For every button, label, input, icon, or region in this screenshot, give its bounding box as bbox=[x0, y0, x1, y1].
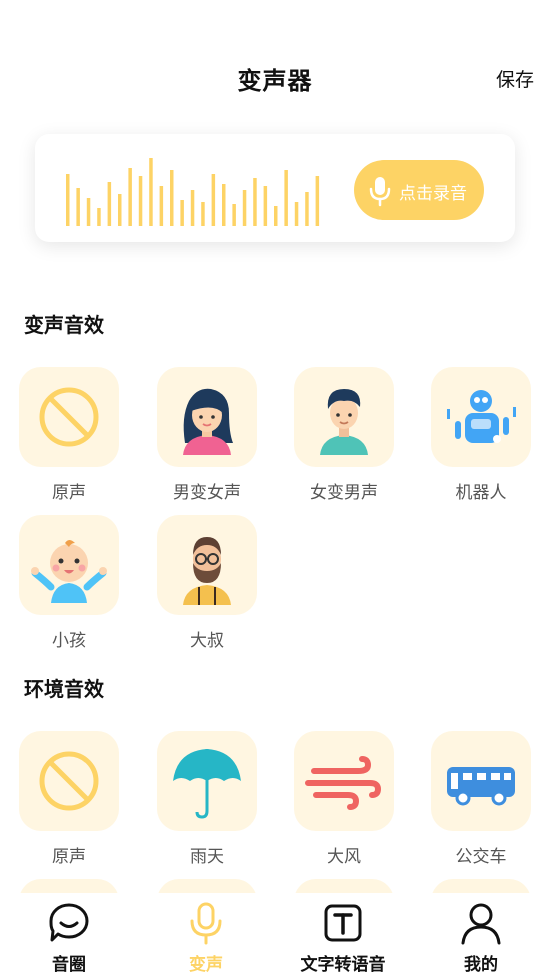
effect-tile-male-to-female[interactable] bbox=[157, 367, 257, 467]
tab-text-to-speech[interactable]: 文字转语音 bbox=[274, 893, 412, 979]
waveform-bar bbox=[170, 170, 174, 226]
waveform-bar bbox=[284, 170, 288, 226]
waveform-bar bbox=[201, 202, 205, 226]
umbrella-icon bbox=[173, 749, 241, 819]
waveform-bar bbox=[211, 174, 216, 226]
waveform-bar bbox=[253, 178, 257, 226]
tab-label: 我的 bbox=[464, 955, 498, 975]
ambient-tile-rain[interactable] bbox=[157, 731, 257, 831]
waveform-bar bbox=[128, 168, 132, 226]
bottom-tab-bar: 音圈 变声 文字转语音 我的 bbox=[0, 893, 550, 979]
bus-icon bbox=[447, 767, 515, 806]
waveform-bar bbox=[107, 182, 112, 226]
waveform-bar bbox=[305, 192, 309, 226]
no-effect-icon bbox=[39, 387, 99, 447]
section-title-ambient-effects: 环境音效 bbox=[24, 677, 104, 701]
wind-icon bbox=[305, 756, 382, 810]
tab-label: 变声 bbox=[189, 955, 223, 975]
ambient-tile-wind[interactable] bbox=[294, 731, 394, 831]
tab-voice-changer[interactable]: 变声 bbox=[137, 893, 275, 979]
effect-label: 大叔 bbox=[190, 631, 224, 651]
effect-label: 公交车 bbox=[455, 847, 507, 867]
effect-label: 雨天 bbox=[190, 847, 224, 867]
ambient-tile-bus[interactable] bbox=[431, 731, 531, 831]
user-icon bbox=[461, 903, 501, 945]
waveform-bar bbox=[86, 198, 91, 226]
recorder-card: 点击录音 bbox=[35, 134, 515, 242]
effect-tile-robot[interactable] bbox=[431, 367, 531, 467]
effect-label: 女变男声 bbox=[310, 483, 378, 503]
text-icon bbox=[324, 904, 362, 942]
chat-bubble-icon bbox=[49, 903, 89, 942]
waveform-bar bbox=[232, 204, 236, 226]
waveform-bar bbox=[149, 158, 153, 226]
waveform-bar bbox=[76, 188, 80, 226]
waveform-bar bbox=[180, 200, 184, 226]
waveform-bar bbox=[222, 184, 226, 226]
effect-tile-uncle[interactable] bbox=[157, 515, 257, 615]
effect-label: 大风 bbox=[327, 847, 361, 867]
waveform bbox=[66, 158, 320, 226]
baby-icon bbox=[31, 540, 107, 603]
save-button[interactable]: 保存 bbox=[496, 65, 534, 92]
waveform-bar bbox=[97, 208, 101, 226]
waveform-bar bbox=[159, 186, 164, 226]
waveform-bar bbox=[242, 190, 247, 226]
waveform-bar bbox=[274, 206, 278, 226]
waveform-bar bbox=[66, 174, 70, 226]
waveform-bar bbox=[138, 176, 143, 226]
waveform-bar bbox=[263, 186, 268, 226]
microphone-icon bbox=[190, 902, 222, 945]
tab-circle[interactable]: 音圈 bbox=[0, 893, 138, 979]
uncle-icon bbox=[183, 537, 231, 605]
effect-label: 原声 bbox=[52, 847, 86, 867]
effect-tile-original[interactable] bbox=[19, 367, 119, 467]
page-title: 变声器 bbox=[237, 67, 313, 95]
record-button[interactable]: 点击录音 bbox=[354, 160, 484, 220]
record-button-label: 点击录音 bbox=[399, 184, 467, 204]
effect-tile-child[interactable] bbox=[19, 515, 119, 615]
effect-label: 男变女声 bbox=[173, 483, 241, 503]
header: 变声器 保存 bbox=[0, 55, 550, 101]
tab-label: 文字转语音 bbox=[300, 955, 386, 975]
waveform-bar bbox=[315, 176, 320, 226]
effect-label: 小孩 bbox=[52, 631, 86, 651]
female-avatar-icon bbox=[183, 388, 233, 455]
waveform-bar bbox=[118, 194, 122, 226]
tab-label: 音圈 bbox=[52, 955, 86, 975]
effect-label: 原声 bbox=[52, 483, 86, 503]
waveform-bar bbox=[190, 190, 195, 226]
microphone-icon bbox=[369, 177, 391, 207]
effect-label: 机器人 bbox=[455, 483, 507, 503]
tab-mine[interactable]: 我的 bbox=[412, 893, 550, 979]
waveform-bar bbox=[294, 202, 299, 226]
no-effect-icon bbox=[39, 751, 99, 811]
male-avatar-icon bbox=[320, 389, 368, 455]
section-title-voice-effects: 变声音效 bbox=[24, 313, 104, 337]
effect-tile-female-to-male[interactable] bbox=[294, 367, 394, 467]
ambient-tile-original[interactable] bbox=[19, 731, 119, 831]
robot-icon bbox=[447, 390, 516, 443]
